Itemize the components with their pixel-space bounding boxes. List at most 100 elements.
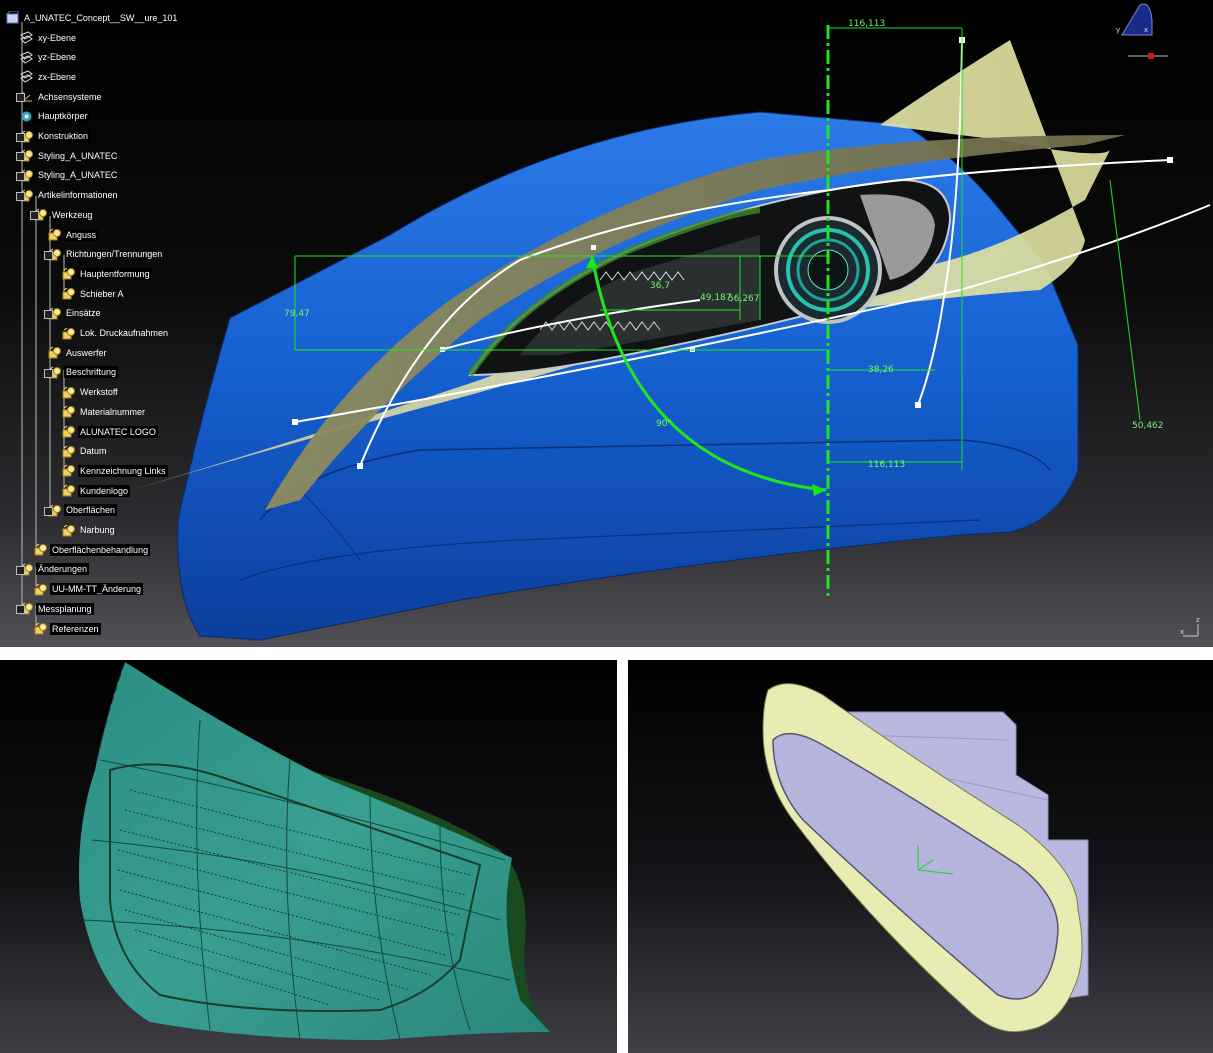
tree-expand-toggle[interactable] bbox=[16, 605, 25, 615]
geometric-set-icon bbox=[62, 405, 75, 418]
tree-item-label: Hauptkörper bbox=[36, 110, 90, 123]
tree-item[interactable]: Beschriftung bbox=[48, 365, 119, 380]
tree-item-label: Messplanung bbox=[36, 602, 94, 615]
tree-item[interactable]: Anguss bbox=[48, 227, 99, 242]
tree-item[interactable]: Referenzen bbox=[34, 621, 101, 636]
tree-item[interactable]: Richtungen/Trennungen bbox=[48, 247, 164, 262]
tree-expand-toggle[interactable] bbox=[16, 171, 25, 181]
tree-item[interactable]: Oberflächen bbox=[48, 503, 118, 518]
tree-item[interactable]: yz-Ebene bbox=[20, 50, 78, 65]
dim-diagonal: 50,462 bbox=[1132, 421, 1164, 431]
tree-item[interactable]: zx-Ebene bbox=[20, 69, 78, 84]
specification-tree[interactable]: A_UNATEC_Concept__SW__ure_101 xy-Ebene yz… bbox=[0, 0, 260, 640]
tree-item[interactable]: UU-MM-TT_Änderung bbox=[34, 582, 144, 597]
tree-item-label: Achsensysteme bbox=[38, 91, 102, 102]
geometric-set-icon bbox=[62, 484, 75, 497]
tree-item-label: Beschriftung bbox=[64, 366, 119, 379]
tree-item-label: Änderungen bbox=[36, 563, 90, 576]
geometric-set-icon bbox=[62, 524, 75, 536]
geometric-set-icon bbox=[62, 287, 75, 300]
teal-outer-surface bbox=[79, 662, 550, 1040]
dim-left-height: 79,47 bbox=[284, 309, 310, 319]
lamp-insert-scene[interactable] bbox=[628, 660, 1213, 1053]
tree-item[interactable]: Lok. Druckaufnahmen bbox=[62, 326, 170, 341]
tree-expand-toggle[interactable] bbox=[44, 250, 53, 260]
tree-item[interactable]: Hauptkörper bbox=[20, 109, 90, 124]
geometric-set-icon bbox=[62, 464, 75, 477]
tree-expand-toggle[interactable] bbox=[16, 132, 25, 142]
tree-item[interactable]: Artikelinformationen bbox=[20, 188, 120, 203]
tree-item[interactable]: Datum bbox=[62, 444, 109, 459]
tree-expand-toggle[interactable] bbox=[30, 211, 39, 221]
tree-item-label: Richtungen/Trennungen bbox=[66, 249, 163, 260]
tree-item[interactable]: Werkzeug bbox=[34, 207, 94, 222]
tree-expand-toggle[interactable] bbox=[16, 565, 25, 575]
tree-item[interactable]: Hauptentformung bbox=[62, 266, 152, 281]
tree-item[interactable]: Achsensysteme bbox=[20, 89, 104, 104]
tree-item-label: Narbung bbox=[80, 525, 115, 535]
tree-item-label: Styling_A_UNATEC bbox=[38, 170, 118, 181]
tree-expand-toggle[interactable] bbox=[16, 191, 25, 201]
tree-item[interactable]: Änderungen bbox=[20, 562, 90, 577]
axis-z-label: z bbox=[1196, 616, 1200, 624]
tree-item-label: Lok. Druckaufnahmen bbox=[80, 328, 169, 338]
tree-item[interactable]: Materialnummer bbox=[62, 404, 147, 419]
compass-widget[interactable]: y x bbox=[1116, 3, 1168, 59]
tree-item[interactable]: Styling_A_UNATEC bbox=[20, 148, 119, 163]
diagonal-dim bbox=[1109, 179, 1141, 421]
tree-item[interactable]: xy-Ebene bbox=[20, 30, 78, 45]
tree-root[interactable]: A_UNATEC_Concept__SW__ure_101 bbox=[6, 10, 179, 25]
tree-item[interactable]: Kundenlogo bbox=[62, 483, 131, 498]
tree-item-label: xy-Ebene bbox=[38, 32, 77, 43]
tree-item-label: yz-Ebene bbox=[38, 52, 77, 63]
tree-expand-toggle[interactable] bbox=[44, 506, 53, 516]
geometric-set-icon bbox=[62, 327, 75, 339]
tree-item[interactable]: Kennzeichnung Links bbox=[62, 463, 168, 478]
geometric-set-icon bbox=[62, 445, 75, 458]
tree-item-label: Datum bbox=[80, 446, 107, 457]
tree-item[interactable]: ALUNATEC LOGO bbox=[62, 424, 158, 439]
dim-angle: 90° bbox=[656, 419, 672, 429]
plane-icon bbox=[20, 31, 33, 44]
tree-item[interactable]: Oberflächenbehandlung bbox=[34, 542, 151, 557]
tree-expand-toggle[interactable] bbox=[16, 152, 25, 162]
axis-x-label: x bbox=[1180, 628, 1184, 636]
dim-inner-3: 36,7 bbox=[650, 281, 670, 291]
tree-item-label: Anguss bbox=[64, 228, 99, 241]
geometric-set-icon bbox=[62, 425, 75, 438]
tree-root-label: A_UNATEC_Concept__SW__ure_101 bbox=[24, 12, 178, 23]
tree-item[interactable]: Messplanung bbox=[20, 601, 94, 616]
geometric-set-icon bbox=[62, 267, 75, 280]
tree-item[interactable]: Narbung bbox=[62, 523, 117, 538]
tail-lamp-scene[interactable] bbox=[0, 660, 617, 1053]
tree-item-label: Werkstoff bbox=[80, 387, 118, 398]
tree-item-label: Artikelinformationen bbox=[38, 190, 118, 201]
dim-bottom-width: 116,113 bbox=[868, 460, 905, 470]
tree-expand-toggle[interactable] bbox=[44, 368, 53, 378]
main-3d-viewport[interactable]: 116,113 116,113 79,47 50,462 90° 38,26 4… bbox=[0, 0, 1213, 647]
tree-item-label: Hauptentformung bbox=[78, 267, 152, 280]
tree-item[interactable]: Konstruktion bbox=[20, 129, 91, 144]
tree-item-label: ALUNATEC LOGO bbox=[78, 425, 158, 438]
tree-item[interactable]: Schieber A bbox=[62, 286, 126, 301]
geometric-set-icon bbox=[34, 543, 47, 556]
tree-item[interactable]: Werkstoff bbox=[62, 385, 120, 400]
tree-item-label: Styling_A_UNATEC bbox=[38, 150, 118, 161]
tree-item[interactable]: Styling_A_UNATEC bbox=[20, 168, 119, 183]
axis-triad: z x bbox=[1180, 616, 1200, 637]
tree-item[interactable]: Einsätze bbox=[48, 306, 103, 321]
tail-lamp-surface-view[interactable] bbox=[0, 660, 617, 1053]
dim-inner-2: 56,267 bbox=[728, 294, 760, 304]
tree-item-label: Kennzeichnung Links bbox=[78, 464, 168, 477]
tree-item[interactable]: Auswerfer bbox=[48, 345, 109, 360]
compass-y-label: y bbox=[1116, 26, 1120, 34]
tree-item-label: Oberflächen bbox=[64, 504, 118, 517]
lamp-insert-view[interactable] bbox=[628, 660, 1213, 1053]
tree-expand-toggle[interactable] bbox=[16, 93, 25, 103]
tree-item-label: Werkzeug bbox=[52, 209, 93, 220]
plane-icon bbox=[20, 70, 33, 84]
tree-item-label: Schieber A bbox=[80, 288, 124, 299]
tree-item-label: zx-Ebene bbox=[38, 71, 77, 82]
geometric-set-icon bbox=[34, 583, 47, 596]
tree-expand-toggle[interactable] bbox=[44, 309, 53, 319]
